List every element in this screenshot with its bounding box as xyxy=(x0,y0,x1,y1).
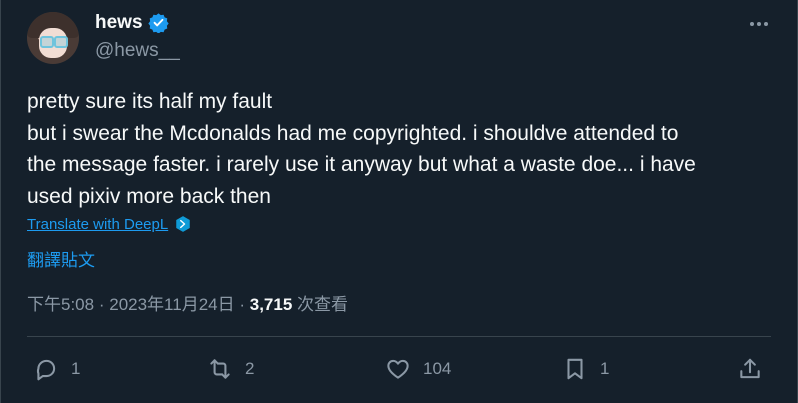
tweet-text-line: but i swear the Mcdonalds had me copyrig… xyxy=(27,121,679,145)
like-button[interactable]: 104 xyxy=(385,350,451,388)
reply-button[interactable]: 1 xyxy=(33,350,80,388)
like-count: 104 xyxy=(423,359,452,378)
tweet-text-line: the message faster. i rarely use it anyw… xyxy=(27,153,696,176)
author-handle[interactable]: @hews__ xyxy=(95,40,180,62)
views-label: 次查看 xyxy=(297,295,349,314)
share-button[interactable] xyxy=(737,350,763,388)
like-icon xyxy=(387,359,409,379)
reply-count: 1 xyxy=(71,359,81,378)
share-icon xyxy=(740,358,760,379)
tweet-date[interactable]: 2023年11月24日 xyxy=(109,295,234,314)
left-border xyxy=(0,0,1,403)
meta-separator: · xyxy=(98,295,105,314)
deepl-icon xyxy=(176,216,190,232)
tweet-time[interactable]: 下午5:08 xyxy=(27,295,94,314)
retweet-button[interactable]: 2 xyxy=(207,350,254,388)
bookmark-icon xyxy=(567,358,583,380)
translate-post-link[interactable]: 翻譯貼文 xyxy=(27,246,95,271)
translate-deepl-link[interactable]: Translate with DeepL xyxy=(27,215,192,233)
retweet-icon xyxy=(210,359,230,379)
tweet-text-line: pretty sure its half my fault xyxy=(27,90,273,113)
bookmark-button[interactable]: 1 xyxy=(562,350,609,388)
verified-badge-icon xyxy=(148,13,169,33)
author-display-name[interactable]: hews xyxy=(95,12,143,34)
actions-divider xyxy=(27,336,771,337)
action-bar: 1 2 104 1 xyxy=(27,350,771,388)
avatar[interactable] xyxy=(27,12,79,64)
retweet-count: 2 xyxy=(245,359,255,378)
tweet-meta: 下午5:08 · 2023年11月24日 · 3,715 次查看 xyxy=(27,290,348,315)
reply-icon xyxy=(36,359,56,381)
translate-deepl-label: Translate with DeepL xyxy=(27,215,169,233)
meta-separator: · xyxy=(239,295,246,314)
bookmark-count: 1 xyxy=(600,359,610,378)
tweet-text: pretty sure its half my fault but i swea… xyxy=(27,86,767,212)
more-icon[interactable] xyxy=(747,12,771,36)
views-count[interactable]: 3,715 xyxy=(250,295,293,314)
tweet-text-line: used pixiv more back then xyxy=(27,184,271,208)
